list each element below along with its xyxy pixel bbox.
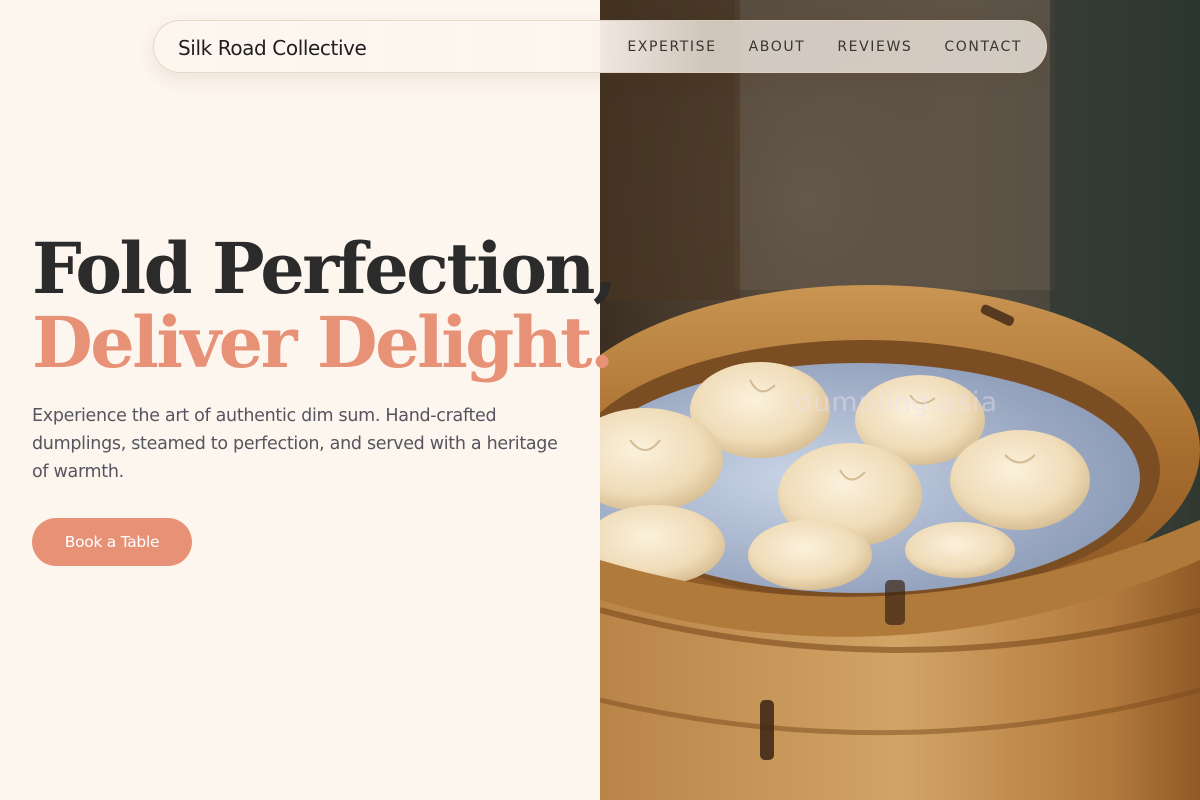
book-table-button[interactable]: Book a Table	[32, 518, 192, 566]
top-navbar: Silk Road Collective EXPERTISE ABOUT REV…	[153, 20, 1047, 73]
nav-item-about[interactable]: ABOUT	[749, 39, 806, 55]
nav-links: EXPERTISE ABOUT REVIEWS CONTACT	[627, 39, 1022, 55]
hero-description: Experience the art of authentic dim sum.…	[32, 406, 558, 482]
nav-item-contact[interactable]: CONTACT	[944, 39, 1022, 55]
nav-item-expertise[interactable]: EXPERTISE	[627, 39, 716, 55]
hero-title-line-1: Fold Perfection,	[32, 227, 617, 310]
hero-title-line-2: Deliver Delight.	[32, 301, 614, 384]
hero-left-panel	[0, 0, 600, 800]
nav-item-reviews[interactable]: REVIEWS	[837, 39, 912, 55]
hero-title: Fold Perfection, Deliver Delight.	[32, 227, 617, 384]
watermark-text: dumpling.asia	[795, 387, 999, 418]
hero-photo: dumpling.asia	[600, 0, 1200, 800]
brand-logo-text[interactable]: Silk Road Collective	[178, 36, 367, 60]
